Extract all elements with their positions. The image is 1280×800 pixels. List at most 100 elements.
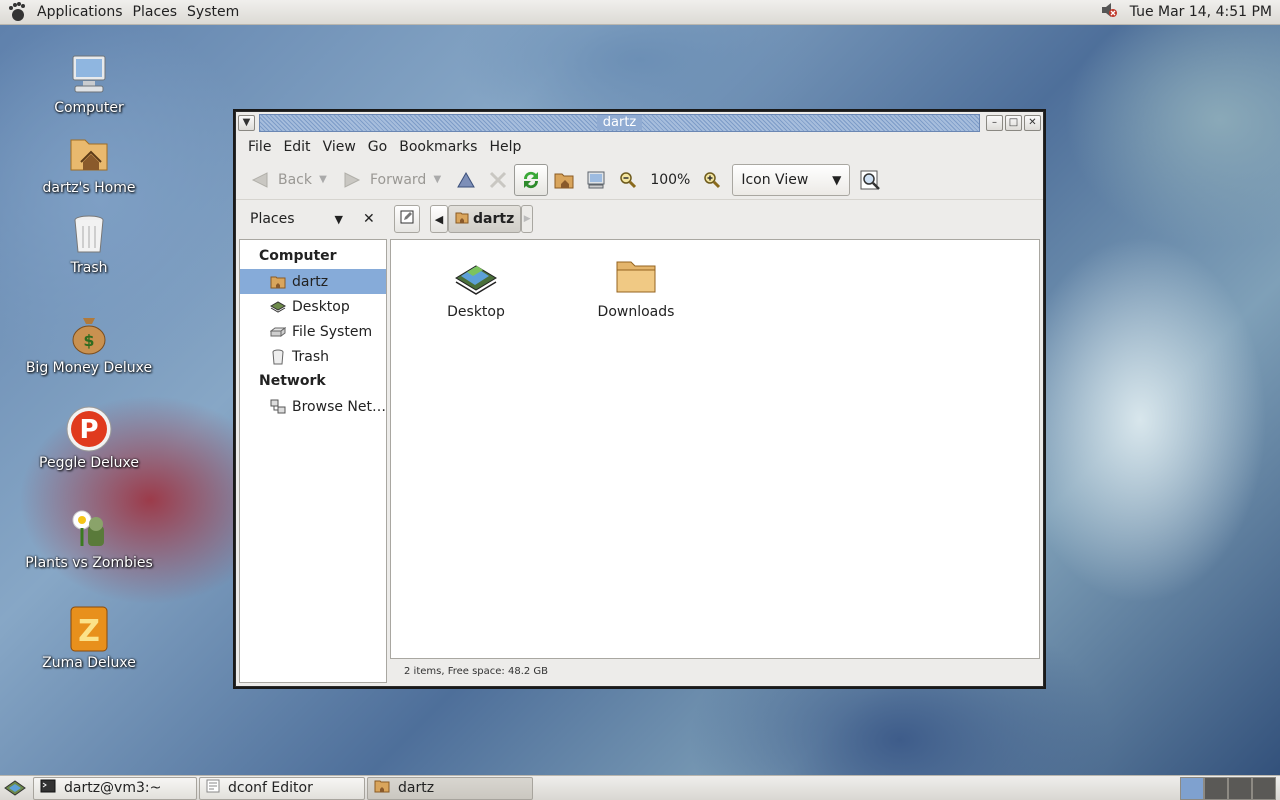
desktop-icon (270, 299, 286, 315)
maximize-button[interactable]: □ (1005, 114, 1022, 131)
breadcrumb-dartz[interactable]: dartz (448, 205, 522, 233)
path-scroll-right-button[interactable]: ▶ (521, 205, 534, 233)
show-desktop-icon[interactable] (3, 778, 27, 798)
edit-icon (399, 209, 415, 229)
taskbar-label: dartz (398, 780, 435, 796)
status-bar: 2 items, Free space: 48.2 GB (404, 665, 549, 677)
volume-icon[interactable] (1100, 1, 1118, 23)
file-view[interactable]: Desktop Downloads (390, 239, 1040, 659)
view-menu[interactable]: View (317, 139, 362, 155)
window-title: dartz (596, 115, 643, 130)
view-mode-select[interactable]: Icon View ▼ (732, 163, 851, 196)
computer-icon (584, 168, 608, 192)
sidebar-item-dartz[interactable]: dartz (240, 269, 386, 294)
sidebar-item-label: Browse Net… (292, 398, 387, 415)
toggle-location-entry-button[interactable] (394, 205, 420, 233)
sidebar-item-file-system[interactable]: File System (240, 319, 386, 344)
taskbar-button-dartz[interactable]: dartz (367, 776, 533, 800)
stop-button[interactable] (482, 164, 514, 196)
desktop-icon-label: Big Money Deluxe (25, 360, 153, 376)
desktop-icon-plants-vs-zombies[interactable]: Plants vs Zombies (24, 505, 154, 571)
bookmarks-menu[interactable]: Bookmarks (393, 139, 483, 155)
desktop-icon-zuma[interactable]: Z Zuma Deluxe (24, 605, 154, 671)
forward-arrow-icon (340, 168, 364, 192)
file-item-desktop[interactable]: Desktop (416, 252, 536, 320)
chevron-right-icon: ▶ (523, 214, 531, 224)
file-menu[interactable]: File (242, 139, 277, 155)
desktop-icon-home[interactable]: dartz's Home (24, 130, 154, 196)
workspace-2[interactable] (1204, 776, 1228, 800)
forward-history-dropdown[interactable]: ▼ (430, 164, 444, 196)
close-button[interactable]: ✕ (1024, 114, 1041, 131)
back-arrow-icon (248, 168, 272, 192)
applications-menu[interactable]: Applications (32, 4, 128, 20)
home-icon (270, 274, 286, 290)
close-sidebar-icon[interactable]: ✕ (363, 211, 375, 227)
sidebar-category-computer: Computer (259, 248, 337, 264)
location-bar: Places ▼ ✕ ◀ dartz ▶ (236, 200, 1043, 238)
taskbar-button-dconf-editor[interactable]: dconf Editor (199, 776, 365, 800)
home-button[interactable] (548, 164, 580, 196)
desktop-icon-label: Peggle Deluxe (39, 455, 139, 471)
reload-icon (519, 168, 543, 192)
home-icon (552, 168, 576, 192)
path-scroll-left-button[interactable]: ◀ (430, 205, 448, 233)
sidebar-header-label[interactable]: Places (250, 211, 295, 227)
sidebar-item-label: dartz (292, 273, 329, 290)
home-icon (455, 211, 469, 228)
window-menu-button[interactable]: ▼ (238, 114, 255, 131)
workspace-3[interactable] (1228, 776, 1252, 800)
folder-icon (612, 252, 660, 300)
sidebar-item-browse-network[interactable]: Browse Net… (240, 394, 386, 419)
home-folder-icon (65, 130, 113, 178)
forward-button[interactable]: Forward (336, 164, 430, 196)
desktop-icon-label: dartz's Home (42, 180, 136, 196)
up-button[interactable] (450, 164, 482, 196)
taskbar-button-terminal[interactable]: dartz@vm3:~ (33, 776, 197, 800)
sidebar-item-trash[interactable]: Trash (240, 344, 386, 369)
desktop-icon-label: Computer (54, 100, 124, 116)
go-menu[interactable]: Go (362, 139, 393, 155)
desktop-icon-peggle[interactable]: P Peggle Deluxe (24, 405, 154, 471)
zuma-icon: Z (65, 605, 113, 653)
gnome-foot-icon[interactable] (6, 1, 28, 23)
places-menu[interactable]: Places (128, 4, 183, 20)
back-button[interactable]: Back (244, 164, 316, 196)
zoom-in-button[interactable] (696, 164, 728, 196)
zoom-out-button[interactable] (612, 164, 644, 196)
chevron-down-icon: ▼ (832, 172, 842, 187)
back-history-dropdown[interactable]: ▼ (316, 164, 330, 196)
computer-button[interactable] (580, 164, 612, 196)
desktop-icon-computer[interactable]: Computer (24, 50, 154, 116)
edit-menu[interactable]: Edit (277, 139, 316, 155)
reload-button[interactable] (514, 163, 549, 196)
system-menu[interactable]: System (182, 4, 244, 20)
chevron-down-icon: ▼ (242, 117, 251, 128)
toolbar: Back ▼ Forward ▼ 100% Icon View ▼ (236, 160, 1043, 200)
forward-label: Forward (370, 171, 427, 188)
minimize-button[interactable]: – (986, 114, 1003, 131)
sidebar-item-label: Trash (292, 348, 329, 365)
title-bar[interactable]: ▼ dartz – □ ✕ (236, 112, 1043, 133)
places-sidebar: Computer dartz Desktop File System Trash… (239, 239, 387, 683)
workspace-4[interactable] (1252, 776, 1276, 800)
sidebar-item-label: File System (292, 323, 373, 340)
desktop-icon-label: Trash (70, 260, 108, 276)
clock[interactable]: Tue Mar 14, 4:51 PM (1130, 4, 1272, 20)
sidebar-type-dropdown-icon[interactable]: ▼ (335, 213, 343, 226)
search-button[interactable] (854, 164, 886, 196)
zoom-level[interactable]: 100% (644, 172, 696, 188)
chevron-down-icon: ▼ (319, 174, 327, 185)
workspace-1[interactable] (1180, 776, 1204, 800)
desktop-icon-trash[interactable]: Trash (24, 210, 154, 276)
file-item-downloads[interactable]: Downloads (576, 252, 696, 320)
dconf-icon (206, 779, 220, 797)
sidebar-item-desktop[interactable]: Desktop (240, 294, 386, 319)
back-label: Back (278, 171, 312, 188)
desktop-icon-big-money[interactable]: $ Big Money Deluxe (24, 310, 154, 376)
help-menu[interactable]: Help (483, 139, 527, 155)
drive-icon (270, 324, 286, 340)
chevron-down-icon: ▼ (433, 174, 442, 185)
title-area[interactable]: dartz (259, 113, 980, 132)
taskbar-label: dartz@vm3:~ (64, 780, 162, 796)
